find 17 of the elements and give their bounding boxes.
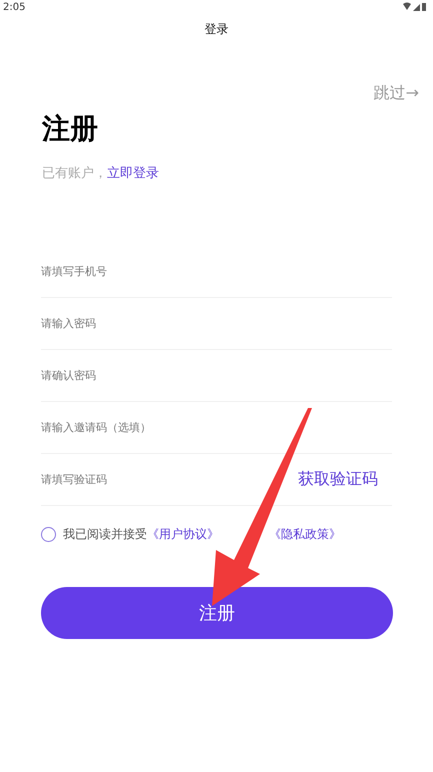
input-field[interactable]: 请确认密码 <box>41 360 392 390</box>
status-icons <box>403 2 427 12</box>
get-code-link[interactable]: 获取验证码 <box>298 469 378 490</box>
register-button[interactable]: 注册 <box>41 587 393 639</box>
input-field[interactable]: 请输入邀请码（选填） <box>41 412 392 442</box>
agree-checkbox[interactable] <box>41 527 56 542</box>
input-field[interactable]: 请输入密码 <box>41 308 392 338</box>
user-agreement-link[interactable]: 《用户协议》 <box>147 526 219 543</box>
input-field[interactable]: 请填写手机号 <box>41 256 392 286</box>
prompt-text: 已有账户， <box>42 165 107 182</box>
agreement-text: 我已阅读并接受 <box>63 526 147 543</box>
login-link[interactable]: 立即登录 <box>107 164 159 182</box>
heading: 注册 <box>42 111 98 147</box>
page-title: 登录 <box>204 21 230 37</box>
status-time: 2:05 <box>3 2 26 12</box>
privacy-policy-link[interactable]: 《隐私政策》 <box>269 526 341 543</box>
input-field[interactable]: 请填写验证码 <box>41 464 298 494</box>
